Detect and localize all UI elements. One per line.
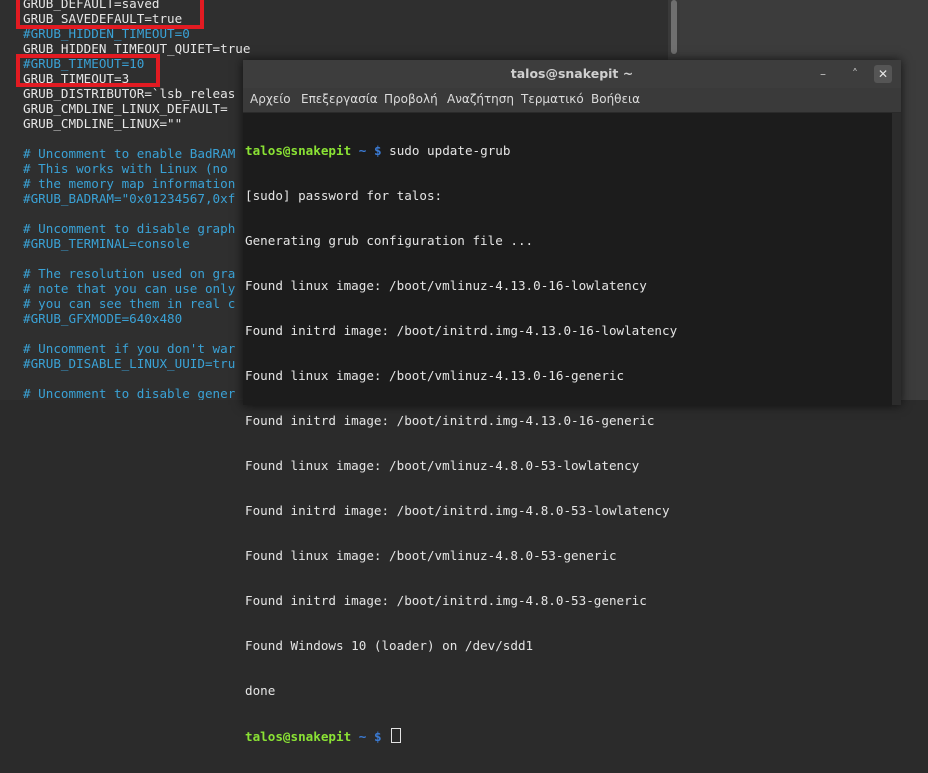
menu-help[interactable]: Βοήθεια: [591, 92, 640, 106]
highlight-box-timeout: [16, 54, 160, 87]
output-line: Found linux image: /boot/vmlinuz-4.13.0-…: [245, 368, 625, 383]
prompt-path: ~: [358, 729, 367, 744]
command-line: talos@snakepit ~ $ sudo update-grub: [245, 143, 677, 158]
output-line: Found initrd image: /boot/initrd.img-4.1…: [245, 323, 678, 338]
editor-line: #GRUB_GFXMODE=640x480: [23, 311, 183, 326]
minimize-button[interactable]: –: [814, 65, 832, 83]
highlight-box-default: [16, 0, 204, 29]
editor-line: #GRUB_TERMINAL=console: [23, 236, 190, 251]
output-line: Found Windows 10 (loader) on /dev/sdd1: [245, 638, 534, 653]
editor-line: GRUB_DISTRIBUTOR=`lsb_releas: [23, 86, 236, 101]
output-line: Found linux image: /boot/vmlinuz-4.8.0-5…: [245, 548, 617, 563]
output-line: done: [245, 683, 276, 698]
editor-line: GRUB_CMDLINE_LINUX="": [23, 116, 183, 131]
menu-edit[interactable]: Επεξεργασία: [301, 92, 378, 106]
editor-scrollbar-thumb[interactable]: [671, 0, 677, 54]
prompt-symbol: $: [373, 729, 382, 744]
prompt-path: ~: [358, 143, 367, 158]
terminal-window: talos@snakepit ~ – ˄ ✕ Αρχείο Επεξεργασί…: [243, 60, 901, 744]
text-cursor: [391, 728, 402, 743]
editor-line: # Uncomment to disable graph: [23, 221, 236, 236]
editor-line: # Uncomment to enable BadRAM: [23, 146, 236, 161]
maximize-button[interactable]: ˄: [846, 65, 864, 83]
output-line: Found linux image: /boot/vmlinuz-4.13.0-…: [245, 278, 647, 293]
editor-line: GRUB_CMDLINE_LINUX_DEFAULT=: [23, 101, 228, 116]
menu-file[interactable]: Αρχείο: [250, 92, 291, 106]
menu-view[interactable]: Προβολή: [384, 92, 438, 106]
menu-terminal[interactable]: Τερματικό: [521, 92, 584, 106]
prompt-user: talos@snakepit: [245, 143, 352, 158]
prompt-symbol: $: [373, 143, 382, 158]
editor-line: # Uncomment to disable gener: [23, 386, 236, 400]
editor-line: # the memory map information: [23, 176, 236, 191]
output-line: Found initrd image: /boot/initrd.img-4.8…: [245, 593, 647, 608]
close-button[interactable]: ✕: [874, 65, 892, 83]
terminal-menubar: Αρχείο Επεξεργασία Προβολή Αναζήτηση Τερ…: [243, 88, 901, 113]
editor-line: #GRUB_BADRAM="0x01234567,0xf: [23, 191, 236, 206]
output-line: Found linux image: /boot/vmlinuz-4.8.0-5…: [245, 458, 640, 473]
command-text: sudo update-grub: [389, 143, 511, 158]
output-line: Generating grub configuration file ...: [245, 233, 534, 248]
editor-line: # you can see them in real c: [23, 296, 236, 311]
output-line: Found initrd image: /boot/initrd.img-4.8…: [245, 503, 670, 518]
editor-line: # Uncomment if you don't war: [23, 341, 236, 356]
editor-line: # This works with Linux (no: [23, 161, 228, 176]
editor-line: #GRUB_DISABLE_LINUX_UUID=tru: [23, 356, 236, 371]
terminal-scrollbar[interactable]: [892, 113, 901, 405]
terminal-output-area[interactable]: talos@snakepit ~ $ sudo update-grub [sud…: [243, 113, 892, 744]
terminal-titlebar[interactable]: talos@snakepit ~ – ˄ ✕: [243, 60, 901, 88]
editor-line: # note that you can use only: [23, 281, 236, 296]
output-line: Found initrd image: /boot/initrd.img-4.1…: [245, 413, 655, 428]
prompt-line[interactable]: talos@snakepit ~ $: [245, 728, 677, 744]
editor-line: # The resolution used on gra: [23, 266, 236, 281]
output-line: [sudo] password for talos:: [245, 188, 443, 203]
prompt-user: talos@snakepit: [245, 729, 352, 744]
terminal-title: talos@snakepit ~: [510, 66, 634, 81]
menu-search[interactable]: Αναζήτηση: [447, 92, 514, 106]
